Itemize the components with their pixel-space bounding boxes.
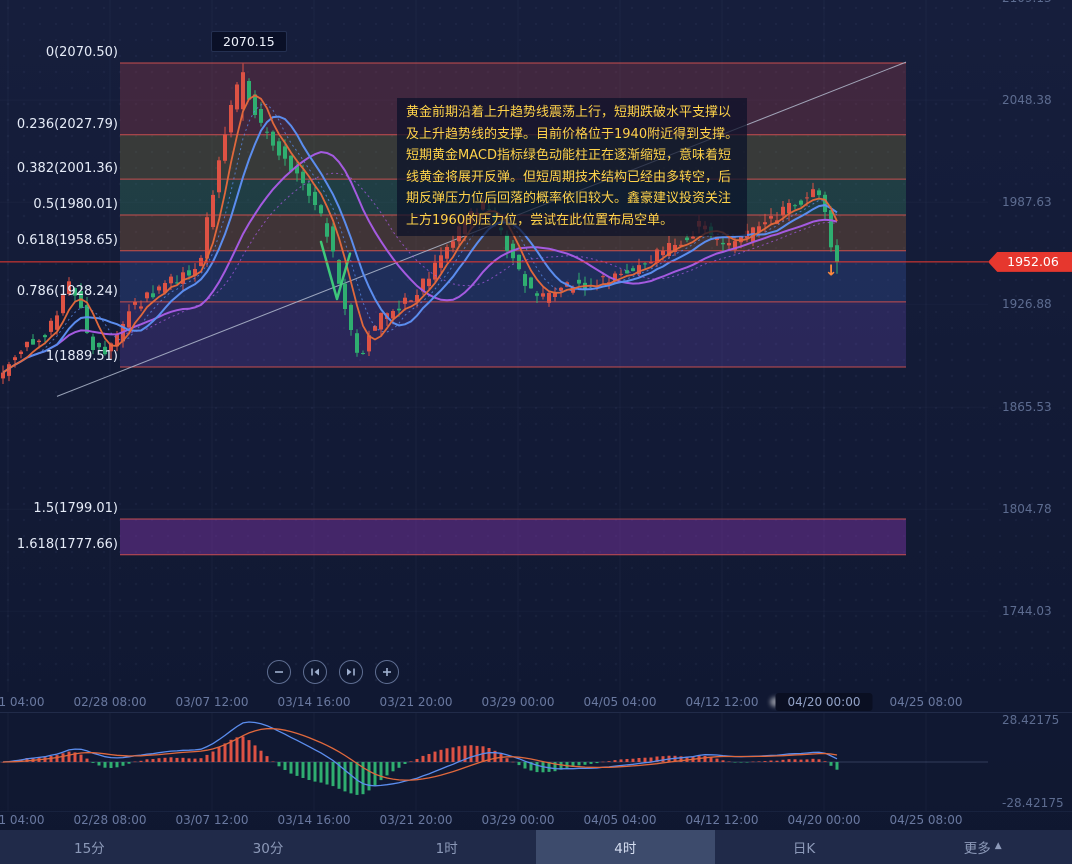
macd-panel: 28.42175 -28.42175 <box>0 712 1072 812</box>
fib-label: 1(1889.51) <box>46 349 118 364</box>
price-axis-label: 2109.13 <box>1002 0 1052 5</box>
time-axis[interactable]: 02/21 04:00 02/28 08:00 03/07 12:00 03/14 1… <box>0 692 1072 712</box>
time-axis-label: 02/28 08:00 <box>74 813 147 827</box>
price-axis-label: 1987.63 <box>1002 195 1052 209</box>
fib-label: 0.382(2001.36) <box>17 161 118 176</box>
step-back-button[interactable] <box>303 660 327 684</box>
tab-15min[interactable]: 15分 <box>0 830 179 864</box>
tab-4h[interactable]: 4时 <box>536 830 715 864</box>
time-axis-label: 03/29 00:00 <box>482 695 555 709</box>
time-axis-label: 04/20 00:00 <box>788 813 861 827</box>
peak-price-label: 2070.15 <box>211 31 287 52</box>
fib-label: 0.5(1980.01) <box>33 197 118 212</box>
time-axis-label: 03/14 16:00 <box>278 813 351 827</box>
fib-label: 1.5(1799.01) <box>33 501 118 516</box>
chevron-up-icon: ▲ <box>995 841 1002 851</box>
time-axis-label: 03/07 12:00 <box>176 695 249 709</box>
tab-30min[interactable]: 30分 <box>179 830 358 864</box>
chart-zoom-controls <box>267 660 399 684</box>
price-axis-label: 1926.88 <box>1002 297 1052 311</box>
skip-back-icon <box>309 666 321 678</box>
time-axis-label: 04/05 04:00 <box>584 695 657 709</box>
price-chart-panel: ↓ 0(2070.50) 0.236(2027.79) 0.382(2001.36)… <box>0 0 1072 692</box>
time-axis-label: 03/14 16:00 <box>278 695 351 709</box>
time-axis-secondary[interactable]: 02/21 04:00 02/28 08:00 03/07 12:00 03/14 1… <box>0 810 1072 830</box>
price-axis-label: 1744.03 <box>1002 604 1052 618</box>
zoom-in-button[interactable] <box>375 660 399 684</box>
time-axis-label: 02/21 04:00 <box>0 813 44 827</box>
more-button[interactable]: 更多 ▲ <box>893 830 1072 864</box>
time-axis-label: 03/29 00:00 <box>482 813 555 827</box>
minus-icon <box>273 666 285 678</box>
macd-axis-min: -28.42175 <box>1002 796 1064 810</box>
fib-label: 0(2070.50) <box>46 45 118 60</box>
price-axis-label: 1865.53 <box>1002 400 1052 414</box>
tab-1d[interactable]: 日K <box>715 830 894 864</box>
timeframe-toolbar: 15分30分1时4时日K 更多 ▲ <box>0 830 1072 864</box>
price-axis-label: 2048.38 <box>1002 93 1052 107</box>
step-forward-button[interactable] <box>339 660 363 684</box>
time-axis-label: 03/07 12:00 <box>176 813 249 827</box>
macd-chart[interactable] <box>0 713 1072 811</box>
time-axis-label: 02/21 04:00 <box>0 695 44 709</box>
plus-icon <box>381 666 393 678</box>
crosshair-time-badge: 04/20 00:00 <box>776 693 873 711</box>
macd-dif-line <box>3 722 837 786</box>
fib-label: 0.618(1958.65) <box>17 233 118 248</box>
time-axis-label: 03/21 20:00 <box>380 813 453 827</box>
time-axis-label: 04/12 12:00 <box>686 695 759 709</box>
time-axis-label: 02/28 08:00 <box>74 695 147 709</box>
skip-forward-icon <box>345 666 357 678</box>
more-label: 更多 <box>964 837 991 857</box>
time-axis-label: 03/21 20:00 <box>380 695 453 709</box>
sell-arrow-marker[interactable]: ↓ <box>825 262 838 280</box>
fib-label: 0.786(1928.24) <box>17 284 118 299</box>
macd-axis-max: 28.42175 <box>1002 713 1059 727</box>
analysis-annotation: 黄金前期沿着上升趋势线震荡上行，短期跌破水平支撑以 及上升趋势线的支撑。目前价格… <box>397 98 747 236</box>
fib-label: 1.618(1777.66) <box>17 537 118 552</box>
tab-1h[interactable]: 1时 <box>357 830 536 864</box>
last-price-badge: 1952.06 <box>988 252 1072 272</box>
time-axis-label: 04/12 12:00 <box>686 813 759 827</box>
zoom-out-button[interactable] <box>267 660 291 684</box>
fib-label: 0.236(2027.79) <box>17 117 118 132</box>
trading-app: ↓ 0(2070.50) 0.236(2027.79) 0.382(2001.36)… <box>0 0 1072 864</box>
time-axis-label: 04/05 04:00 <box>584 813 657 827</box>
time-axis-label: 04/25 08:00 <box>890 813 963 827</box>
price-axis-label: 1804.78 <box>1002 502 1052 516</box>
time-axis-label: 04/25 08:00 <box>890 695 963 709</box>
